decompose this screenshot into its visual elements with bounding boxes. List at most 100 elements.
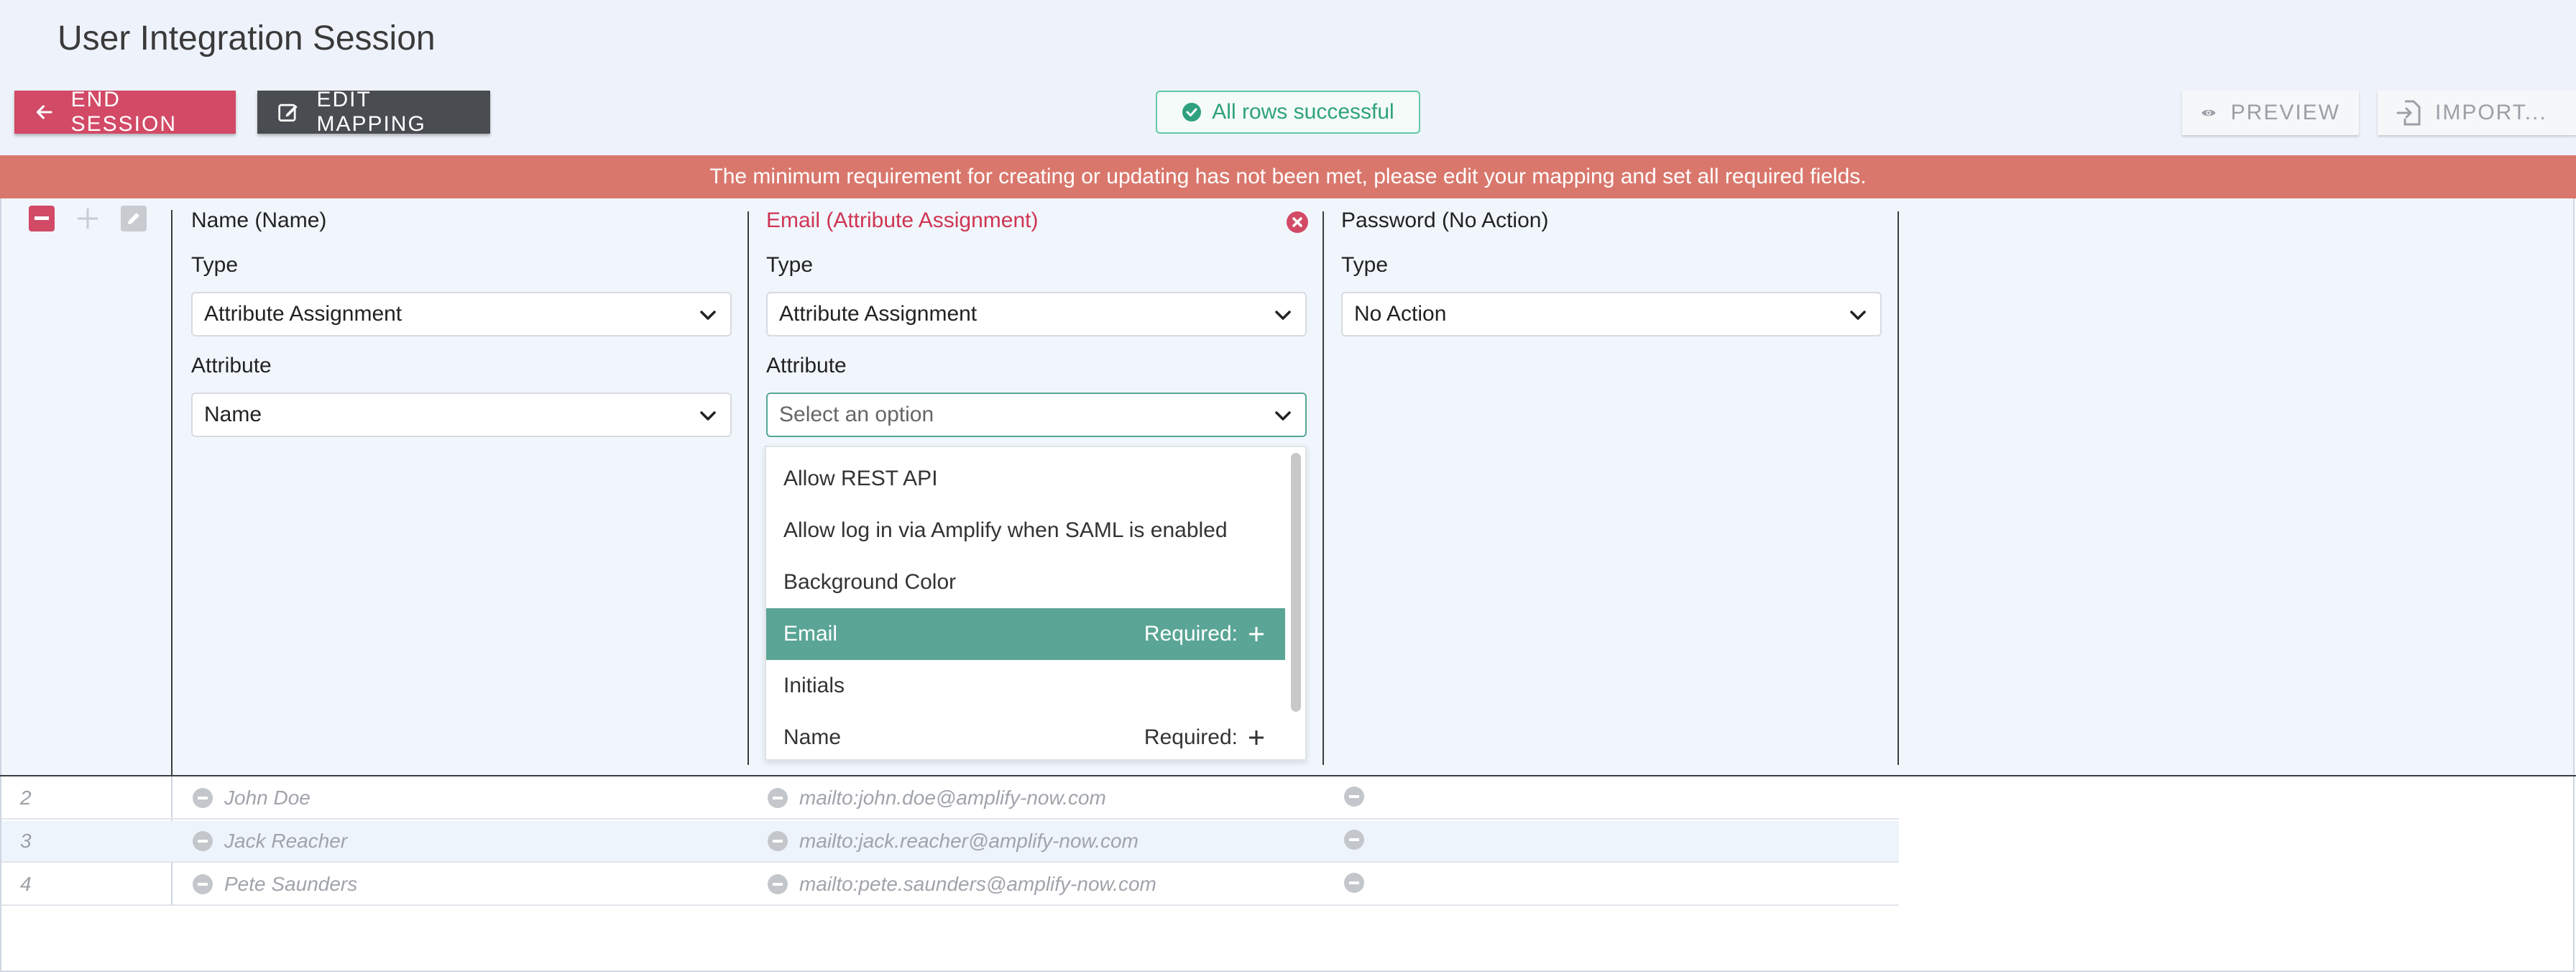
minus-circle-icon [768,831,788,851]
type-label: Type [1341,253,1389,277]
close-circle-icon[interactable] [1287,211,1308,233]
add-column-button[interactable] [75,206,101,231]
chevron-down-icon [1275,311,1291,320]
edit-column-button[interactable] [121,206,147,231]
cell-name-value: Pete Saunders [224,873,358,895]
attribute-dropdown: Allow REST API Allow log in via Amplify … [765,446,1307,761]
column-header-password: Password (No Action) [1341,208,1549,232]
edit-mapping-button[interactable]: EDIT MAPPING [257,88,490,136]
cell-name: John Doe [193,787,310,810]
column-divider [748,211,749,765]
minus-square-icon [34,216,49,220]
dropdown-option-allow-rest-api[interactable]: Allow REST API [766,453,1285,505]
check-circle-icon [1182,103,1202,122]
required-indicator: Required: [1144,725,1265,750]
attribute-select-placeholder: Select an option [779,403,934,426]
type-select-email[interactable]: Attribute Assignment [766,292,1307,336]
type-select-value: Attribute Assignment [779,302,978,326]
row-number: 2 [20,787,32,809]
table-row[interactable]: 2 John Doe mailto:john.doe@amplify-now.c… [1,778,1899,820]
minus-circle-icon [768,788,788,808]
pencil-icon [128,213,139,224]
cell-name: Pete Saunders [193,873,357,896]
minus-circle-icon [1344,873,1364,893]
dropdown-option-name[interactable]: Name Required: [766,712,1285,759]
end-session-label: END SESSION [70,88,177,136]
minus-circle-icon [193,831,213,851]
column-header-email: Email (Attribute Assignment) [766,208,1039,232]
status-badge: All rows successful [1156,91,1420,134]
option-label: Allow REST API [783,467,938,490]
attribute-select-value: Name [204,403,262,426]
cell-email-value: mailto:john.doe@amplify-now.com [799,787,1106,809]
chevron-down-icon [1850,311,1866,320]
plus-icon [1249,627,1264,641]
minus-circle-icon [1344,830,1364,850]
cell-email-value: mailto:pete.saunders@amplify-now.com [799,873,1156,895]
dropdown-option-initials[interactable]: Initials [766,660,1285,712]
dropdown-option-background-color[interactable]: Background Color [766,556,1285,608]
banner-message: The minimum requirement for creating or … [709,165,1867,188]
import-label: IMPORT... [2435,101,2547,124]
cell-name-value: Jack Reacher [224,830,348,852]
edit-mapping-label: EDIT MAPPING [316,88,426,136]
remove-column-button[interactable] [29,206,55,231]
status-text: All rows successful [1212,100,1394,124]
minus-circle-icon [193,788,213,808]
column-header-name: Name (Name) [191,208,327,232]
type-label: Type [766,253,814,277]
option-label: Name [783,725,842,749]
dropdown-option-email[interactable]: Email Required: [766,608,1285,660]
dropdown-scrollbar[interactable] [1291,453,1301,712]
type-select-value: Attribute Assignment [204,302,402,326]
chevron-down-icon [700,311,716,320]
cell-name-value: John Doe [224,787,310,809]
table-row[interactable]: 4 Pete Saunders mailto:pete.saunders@amp… [1,864,1899,906]
import-icon [2396,100,2421,126]
type-select-name[interactable]: Attribute Assignment [191,292,732,336]
arrow-left-icon [36,105,52,119]
eye-icon [2202,109,2216,116]
cell-password [1344,787,1364,807]
cell-email: mailto:john.doe@amplify-now.com [768,787,1106,810]
dropdown-option-allow-saml-login[interactable]: Allow log in via Amplify when SAML is en… [766,505,1285,556]
preview-label: PREVIEW [2230,101,2340,124]
end-session-button[interactable]: END SESSION [14,88,236,136]
option-label: Background Color [783,570,957,594]
attribute-label: Attribute [766,354,847,377]
cell-password [1344,873,1364,893]
minus-circle-icon [768,874,788,894]
plus-icon [78,208,98,229]
import-button[interactable]: IMPORT... [2378,91,2576,135]
type-label: Type [191,253,239,277]
required-indicator: Required: [1144,622,1265,646]
cell-name: Jack Reacher [193,830,347,853]
option-label: Allow log in via Amplify when SAML is en… [783,518,1228,542]
type-select-value: No Action [1354,302,1447,326]
row-number: 3 [20,830,32,852]
attribute-select-email[interactable]: Select an option [766,393,1307,437]
column-divider [1322,211,1324,765]
minus-circle-icon [193,874,213,894]
cell-password [1344,830,1364,850]
grid-header-divider [0,775,2576,776]
column-divider [171,210,172,776]
edit-icon [278,104,298,122]
row-number: 4 [20,873,32,895]
plus-icon [1249,730,1264,745]
cell-email-value: mailto:jack.reacher@amplify-now.com [799,830,1138,852]
option-label: Initials [783,674,845,697]
required-label: Required: [1144,725,1238,749]
chevron-down-icon [1275,411,1291,421]
page-title: User Integration Session [58,19,436,58]
table-row[interactable]: 3 Jack Reacher mailto:jack.reacher@ampli… [1,821,1899,863]
required-label: Required: [1144,622,1238,646]
minus-circle-icon [1344,787,1364,807]
chevron-down-icon [700,411,716,421]
requirement-banner: The minimum requirement for creating or … [0,155,2576,198]
attribute-select-name[interactable]: Name [191,393,732,437]
type-select-password[interactable]: No Action [1341,292,1882,336]
preview-button[interactable]: PREVIEW [2182,91,2359,135]
column-divider [1898,211,1899,765]
attribute-label: Attribute [191,354,272,377]
